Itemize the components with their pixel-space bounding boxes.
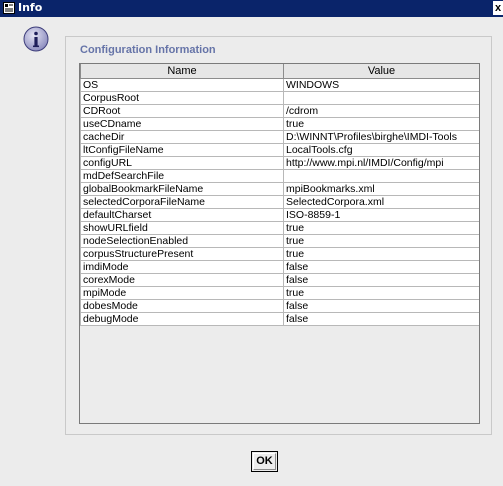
cell-value[interactable]: true (283, 247, 479, 261)
cell-value[interactable]: true (283, 234, 479, 248)
table-row[interactable]: mdDefSearchFile (80, 169, 479, 183)
info-dialog: Info x Configuration Information Name Va… (0, 0, 503, 486)
title-bar[interactable]: Info x (0, 0, 503, 17)
ok-button[interactable]: OK (251, 451, 278, 472)
cell-name[interactable]: globalBookmarkFileName (80, 182, 284, 196)
table-row[interactable]: CDRoot/cdrom (80, 104, 479, 118)
window-title: Info (18, 1, 43, 14)
column-header-value[interactable]: Value (283, 64, 479, 79)
cell-value[interactable]: LocalTools.cfg (283, 143, 479, 157)
cell-name[interactable]: CDRoot (80, 104, 284, 118)
table-row[interactable]: corpusStructurePresent true (80, 247, 479, 261)
cell-name[interactable]: corpusStructurePresent (80, 247, 284, 261)
cell-value[interactable]: http://www.mpi.nl/IMDI/Config/mpi (283, 156, 479, 170)
table-row[interactable]: defaultCharset ISO-8859-1 (80, 208, 479, 222)
cell-value[interactable]: false (283, 273, 479, 287)
cell-value[interactable]: WINDOWS (283, 78, 479, 92)
cell-name[interactable]: mdDefSearchFile (80, 169, 284, 183)
table-row[interactable]: useCDname true (80, 117, 479, 131)
cell-name[interactable]: CorpusRoot (80, 91, 284, 105)
cell-value[interactable]: D:\WINNT\Profiles\birghe\IMDI-Tools (283, 130, 479, 144)
table-row[interactable]: debugMode false (80, 312, 479, 326)
cell-value[interactable] (283, 169, 479, 183)
cell-value[interactable]: /cdrom (283, 104, 479, 118)
cell-value[interactable]: false (283, 312, 479, 326)
close-button[interactable]: x (493, 1, 503, 15)
table-row[interactable]: selectedCorporaFileName SelectedCorpora.x… (80, 195, 479, 209)
table-row[interactable]: mpiMode true (80, 286, 479, 300)
table-row[interactable]: OS WINDOWS (80, 78, 479, 92)
cell-name[interactable]: defaultCharset (80, 208, 284, 222)
table-row[interactable]: showURLfield true (80, 221, 479, 235)
table-row[interactable]: nodeSelectionEnabled true (80, 234, 479, 248)
configuration-table-scrollpane[interactable]: Name Value OS WINDOWS CorpusRoot CDRoot/cdr… (79, 63, 480, 424)
cell-name[interactable]: nodeSelectionEnabled (80, 234, 284, 248)
cell-name[interactable]: imdiMode (80, 260, 284, 274)
cell-value[interactable]: false (283, 260, 479, 274)
panel-title: Configuration Information (80, 44, 216, 56)
column-header-name[interactable]: Name (80, 64, 284, 79)
cell-name[interactable]: configURL (80, 156, 284, 170)
cell-name[interactable]: debugMode (80, 312, 284, 326)
cell-name[interactable]: OS (80, 78, 284, 92)
table-row[interactable]: configURL http://www.mpi.nl/IMDI/Config/m… (80, 156, 479, 170)
table-row[interactable]: CorpusRoot (80, 91, 479, 105)
table-row[interactable]: cacheDir D:\WINNT\Profiles\birghe\IMDI-To… (80, 130, 479, 144)
cell-value[interactable]: true (283, 221, 479, 235)
cell-value[interactable]: true (283, 286, 479, 300)
cell-value[interactable]: ISO-8859-1 (283, 208, 479, 222)
cell-value[interactable]: true (283, 117, 479, 131)
cell-value[interactable]: SelectedCorpora.xml (283, 195, 479, 209)
info-window-icon (3, 2, 15, 14)
configuration-table: Name Value OS WINDOWS CorpusRoot CDRoot/cdr… (80, 64, 479, 326)
table-row[interactable]: corexMode false (80, 273, 479, 287)
cell-name[interactable]: cacheDir (80, 130, 284, 144)
table-row[interactable]: imdiMode false (80, 260, 479, 274)
cell-value[interactable]: false (283, 299, 479, 313)
cell-value[interactable] (283, 91, 479, 105)
cell-name[interactable]: ltConfigFileName (80, 143, 284, 157)
info-icon (23, 26, 49, 52)
table-header-row: Name Value (80, 64, 479, 79)
cell-name[interactable]: selectedCorporaFileName (80, 195, 284, 209)
cell-name[interactable]: showURLfield (80, 221, 284, 235)
cell-name[interactable]: dobesMode (80, 299, 284, 313)
table-row[interactable]: ltConfigFileName LocalTools.cfg (80, 143, 479, 157)
table-row[interactable]: globalBookmarkFileName mpiBookmarks.xml (80, 182, 479, 196)
cell-name[interactable]: corexMode (80, 273, 284, 287)
cell-name[interactable]: mpiMode (80, 286, 284, 300)
table-row[interactable]: dobesMode false (80, 299, 479, 313)
cell-name[interactable]: useCDname (80, 117, 284, 131)
cell-value[interactable]: mpiBookmarks.xml (283, 182, 479, 196)
